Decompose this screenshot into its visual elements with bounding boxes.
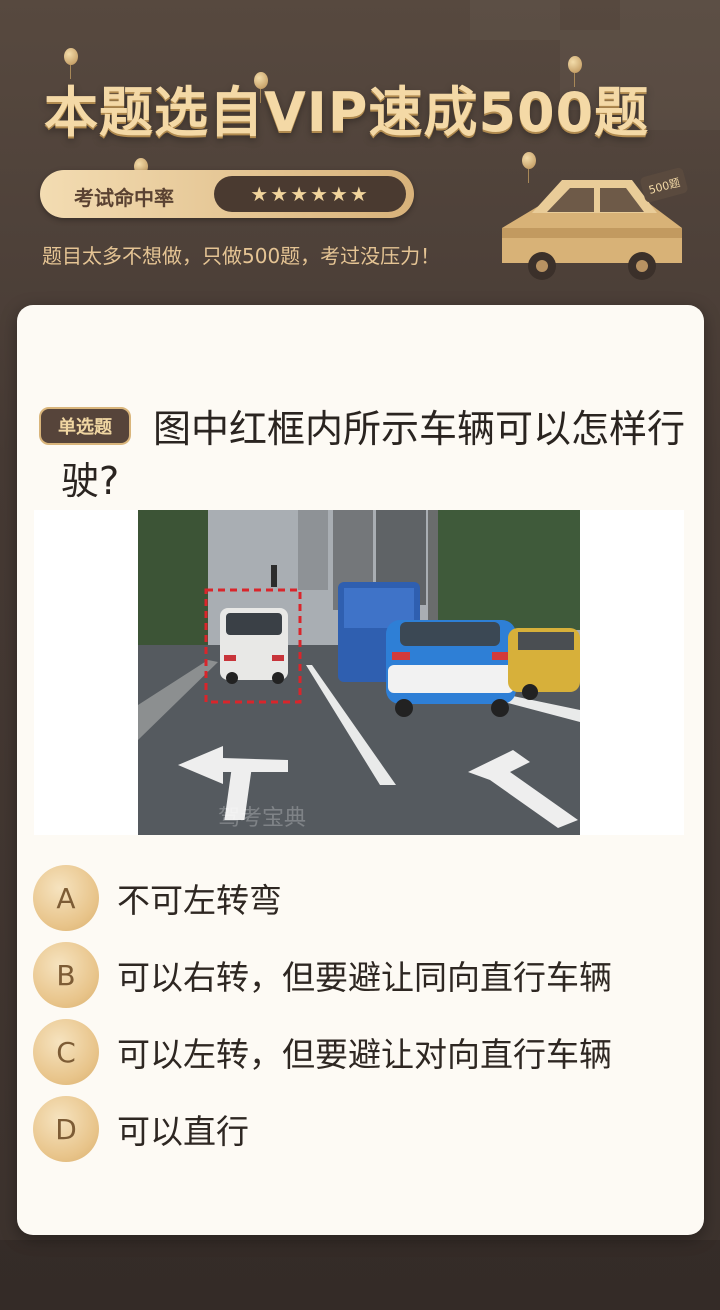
hit-rate-pill: 考试命中率 ★★★★★★: [40, 170, 414, 218]
option-c[interactable]: C 可以左转，但要避让对向直行车辆: [33, 1019, 693, 1085]
option-b[interactable]: B 可以右转，但要避让同向直行车辆: [33, 942, 693, 1008]
hit-rate-label: 考试命中率: [74, 186, 174, 210]
option-letter-badge: D: [33, 1096, 99, 1162]
promo-subtitle: 题目太多不想做，只做500题，考过没压力！: [42, 244, 441, 268]
car-illustration: 500题: [502, 167, 688, 280]
option-text: 可以直行: [117, 1112, 249, 1151]
promo-header: 本题选自VIP速成500题 考试命中率 ★★★★★★ 题目太多不想做，只做500…: [0, 0, 720, 300]
question-card: 单选题 图中红框内所示车辆可以怎样行驶? 驾考宝典 A 不可左转弯 B 可以右转…: [17, 305, 704, 1235]
promo-title: 本题选自VIP速成500题: [44, 81, 650, 144]
balloon-icon: [64, 48, 78, 79]
hit-rate-stars-box: ★★★★★★: [214, 176, 406, 212]
option-letter-badge: B: [33, 942, 99, 1008]
watermark-text: 驾考宝典: [218, 806, 306, 831]
option-letter-badge: A: [33, 865, 99, 931]
question-text: 图中红框内所示车辆可以怎样行驶?: [61, 407, 686, 503]
question-image-frame: 驾考宝典: [34, 510, 684, 835]
option-letter-badge: C: [33, 1019, 99, 1085]
road-scene-image: 驾考宝典: [138, 510, 580, 835]
option-text: 可以右转，但要避让同向直行车辆: [117, 958, 612, 997]
option-text: 不可左转弯: [117, 881, 282, 920]
star-rating-icon: ★★★★★★: [250, 182, 370, 206]
option-d[interactable]: D 可以直行: [33, 1096, 693, 1162]
option-a[interactable]: A 不可左转弯: [33, 865, 693, 931]
option-text: 可以左转，但要避让对向直行车辆: [117, 1035, 612, 1074]
